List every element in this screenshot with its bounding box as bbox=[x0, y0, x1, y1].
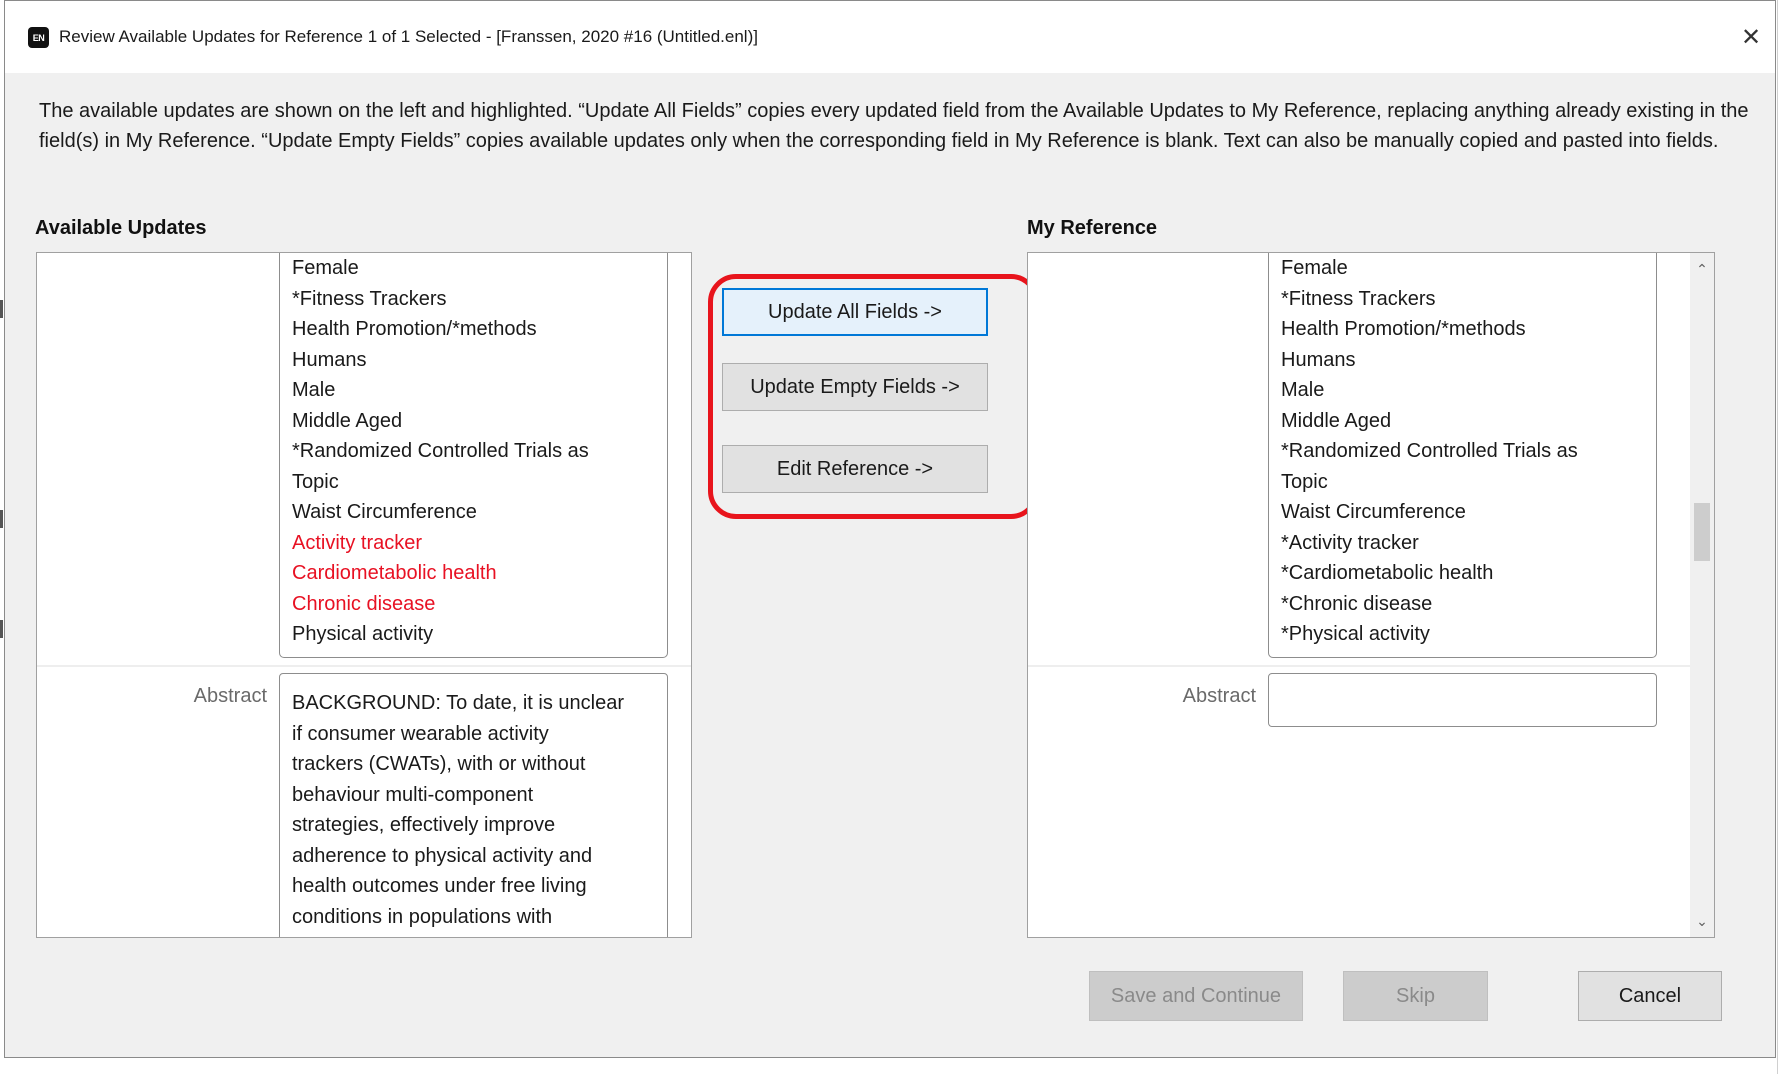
keyword: *Physical activity bbox=[1281, 623, 1430, 645]
keyword: *Fitness Trackers bbox=[292, 287, 447, 310]
review-updates-dialog: EN Review Available Updates for Referenc… bbox=[4, 0, 1776, 1058]
keyword-updated: Chronic disease bbox=[292, 592, 436, 615]
scroll-thumb[interactable] bbox=[1694, 503, 1710, 561]
keyword: Female bbox=[1281, 257, 1348, 279]
abstract-line: strategies, effectively improve bbox=[292, 814, 556, 836]
save-and-continue-button[interactable]: Save and Continue bbox=[1089, 971, 1303, 1021]
title-bar: EN Review Available Updates for Referenc… bbox=[5, 1, 1775, 73]
keyword: *Randomized Controlled Trials as bbox=[1281, 440, 1578, 462]
keyword: Middle Aged bbox=[1281, 409, 1392, 432]
scroll-down-icon[interactable]: ⌄ bbox=[1690, 909, 1714, 933]
keyword: Humans bbox=[292, 348, 367, 371]
keyword: *Cardiometabolic health bbox=[1281, 562, 1494, 584]
available-abstract-field[interactable]: BACKGROUND: To date, it is unclear if con… bbox=[279, 673, 668, 937]
keyword: Male bbox=[1281, 379, 1325, 401]
endnote-app-icon: EN bbox=[28, 27, 49, 48]
background-window-edge bbox=[0, 510, 3, 528]
keyword: *Randomized Controlled Trials as bbox=[292, 440, 589, 462]
scroll-up-icon[interactable]: ⌃ bbox=[1690, 257, 1714, 281]
abstract-label: Abstract bbox=[193, 685, 267, 707]
abstract-line: BACKGROUND: To date, it is unclear bbox=[292, 692, 624, 714]
instructions-text: The available updates are shown on the l… bbox=[39, 100, 1749, 152]
available-keywords-field[interactable]: Female *Fitness Trackers Health Promotion/… bbox=[279, 253, 668, 658]
keyword: *Chronic disease bbox=[1281, 592, 1433, 615]
window-title: Review Available Updates for Reference 1… bbox=[59, 27, 758, 46]
keyword: Female bbox=[292, 257, 359, 279]
update-empty-fields-button[interactable]: Update Empty Fields -> bbox=[722, 363, 988, 411]
keyword: Waist Circumference bbox=[292, 501, 477, 523]
skip-button[interactable]: Skip bbox=[1343, 971, 1488, 1021]
abstract-row bbox=[1028, 667, 1268, 735]
edit-reference-button[interactable]: Edit Reference -> bbox=[722, 445, 988, 493]
abstract-line: trackers (CWATs), with or without bbox=[292, 753, 586, 775]
keyword-updated: Cardiometabolic health bbox=[292, 562, 497, 584]
cancel-button[interactable]: Cancel bbox=[1578, 971, 1722, 1021]
keyword: Male bbox=[292, 379, 336, 401]
close-icon[interactable]: ✕ bbox=[1727, 15, 1775, 59]
my-reference-panel[interactable]: Female *Fitness Trackers Health Promotion/… bbox=[1027, 252, 1715, 938]
abstract-line: conditions in populations with bbox=[292, 905, 553, 928]
keyword: Health Promotion/*methods bbox=[292, 318, 537, 340]
abstract-line: behaviour multi-component bbox=[292, 783, 534, 806]
update-all-fields-button[interactable]: Update All Fields -> bbox=[722, 288, 988, 336]
keyword-updated: Activity tracker bbox=[292, 531, 423, 554]
available-updates-panel[interactable]: Female *Fitness Trackers Health Promotion/… bbox=[36, 252, 692, 938]
vertical-scrollbar[interactable]: ⌃ ⌄ bbox=[1690, 253, 1714, 937]
abstract-line: health outcomes under free living bbox=[292, 875, 587, 897]
my-reference-heading: My Reference bbox=[1027, 217, 1158, 239]
background-window-edge bbox=[0, 620, 3, 638]
my-abstract-field[interactable] bbox=[1268, 673, 1657, 727]
background-window-edge bbox=[0, 300, 3, 318]
my-keywords-field[interactable]: Female *Fitness Trackers Health Promotion/… bbox=[1268, 253, 1657, 658]
keyword: Humans bbox=[1281, 348, 1356, 371]
keyword: Physical activity bbox=[292, 623, 434, 645]
keyword: Middle Aged bbox=[292, 409, 403, 432]
keyword: Topic bbox=[292, 470, 339, 493]
keyword: Topic bbox=[1281, 470, 1328, 493]
field-divider bbox=[37, 665, 691, 667]
available-updates-heading: Available Updates bbox=[35, 217, 207, 239]
abstract-line: adherence to physical activity and bbox=[292, 844, 593, 867]
keyword: *Fitness Trackers bbox=[1281, 287, 1436, 310]
background-window-edge bbox=[1777, 0, 1786, 1074]
keyword: *Activity tracker bbox=[1281, 531, 1419, 554]
abstract-line: if consumer wearable activity bbox=[292, 722, 549, 745]
keyword: Waist Circumference bbox=[1281, 501, 1466, 523]
keyword: Health Promotion/*methods bbox=[1281, 318, 1526, 340]
